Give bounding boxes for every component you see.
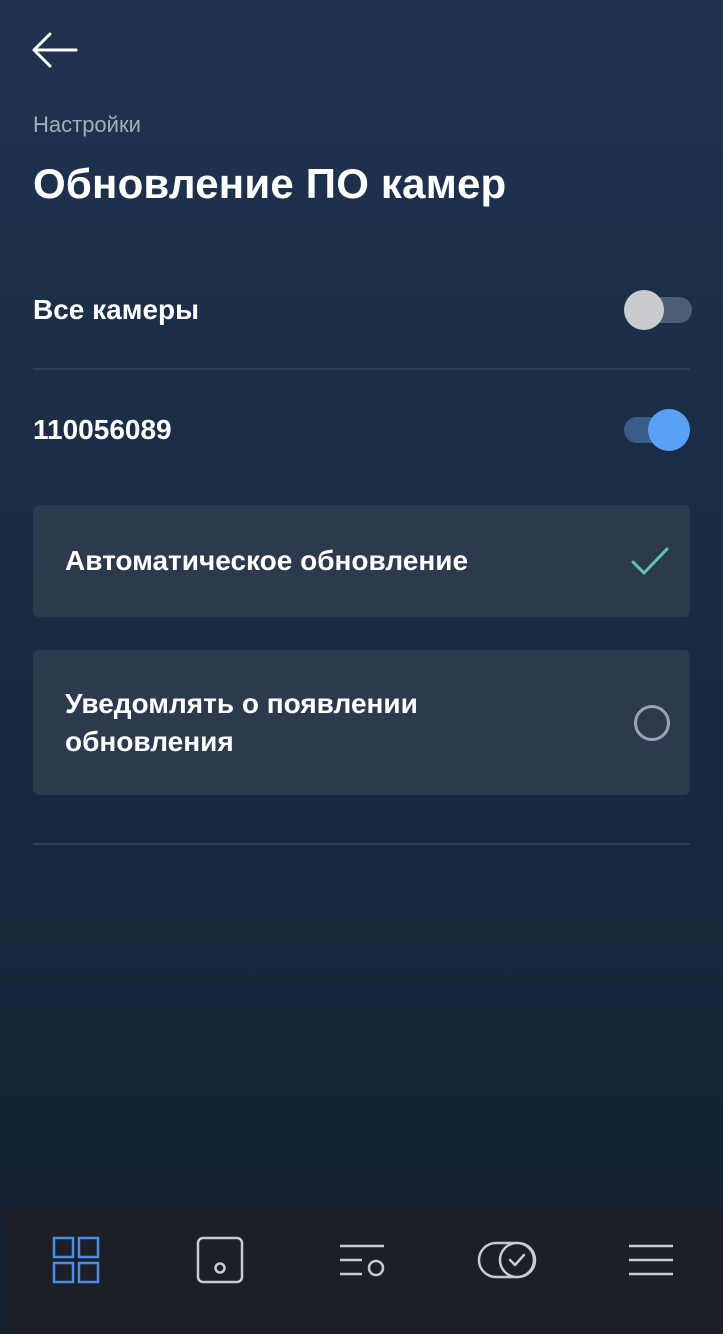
- all-cameras-row: Все камеры: [33, 280, 692, 340]
- toggle-check-icon: [478, 1241, 537, 1279]
- nav-item-grid[interactable]: [36, 1220, 116, 1300]
- camera-id-label: 110056089: [33, 414, 172, 445]
- all-cameras-label: Все камеры: [33, 294, 200, 325]
- radio-circle-icon: [634, 704, 670, 741]
- arrow-left-icon: [32, 32, 78, 68]
- checkmark-icon: [631, 547, 669, 575]
- nav-item-status[interactable]: [467, 1220, 547, 1300]
- option-label: Автоматическое обновление: [65, 545, 469, 576]
- breadcrumb: Настройки: [33, 112, 141, 137]
- bottom-nav: [4, 1208, 723, 1334]
- events-list-icon: [340, 1244, 385, 1277]
- option-label: Уведомлять о появлении обновления: [65, 687, 418, 757]
- toggle-knob: [624, 290, 664, 330]
- camera-toggle[interactable]: [624, 409, 690, 451]
- option-notify-update[interactable]: Уведомлять о появлении обновления: [33, 650, 690, 795]
- nav-item-menu[interactable]: [611, 1220, 691, 1300]
- grid-icon: [52, 1236, 100, 1284]
- divider: [33, 843, 690, 845]
- page-title: Обновление ПО камер: [33, 160, 507, 207]
- toggle-knob: [648, 409, 690, 451]
- nav-item-camera[interactable]: [180, 1220, 260, 1300]
- menu-icon: [629, 1244, 674, 1276]
- back-button[interactable]: [28, 28, 80, 72]
- divider: [33, 368, 690, 370]
- option-auto-update[interactable]: Автоматическое обновление: [33, 505, 690, 617]
- nav-item-events[interactable]: [323, 1220, 403, 1300]
- all-cameras-toggle[interactable]: [624, 289, 692, 331]
- camera-icon: [196, 1236, 243, 1284]
- camera-row: 110056089: [33, 400, 690, 460]
